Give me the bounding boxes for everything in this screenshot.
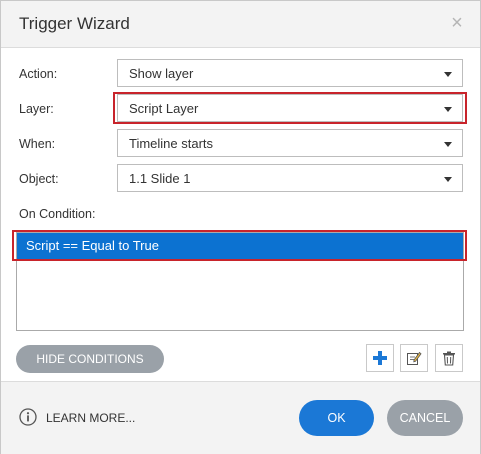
when-label: When: (19, 137, 56, 151)
trigger-wizard-dialog: Trigger Wizard × Action: Show layer Laye… (0, 0, 481, 454)
chevron-down-icon (444, 177, 452, 182)
chevron-down-icon (444, 107, 452, 112)
trash-icon (443, 351, 455, 366)
delete-condition-button[interactable] (435, 344, 463, 372)
when-select[interactable]: Timeline starts (117, 129, 463, 157)
dialog-title: Trigger Wizard (19, 14, 130, 33)
when-value: Timeline starts (129, 136, 214, 151)
edit-icon (407, 351, 422, 365)
layer-value: Script Layer (129, 101, 199, 116)
object-select[interactable]: 1.1 Slide 1 (117, 164, 463, 192)
object-label: Object: (19, 172, 59, 186)
action-label: Action: (19, 67, 58, 81)
add-condition-button[interactable] (366, 344, 394, 372)
action-select[interactable]: Show layer (117, 59, 463, 87)
ok-button[interactable]: OK (299, 400, 374, 436)
title-bar: Trigger Wizard × (1, 1, 480, 48)
object-value: 1.1 Slide 1 (129, 171, 191, 186)
close-icon[interactable]: × (449, 13, 465, 33)
layer-label: Layer: (19, 102, 54, 116)
layer-select[interactable]: Script Layer (117, 94, 463, 122)
on-condition-label: On Condition: (19, 207, 96, 221)
info-icon (19, 408, 37, 426)
chevron-down-icon (444, 72, 452, 77)
condition-highlight-box (12, 230, 467, 261)
edit-condition-button[interactable] (400, 344, 428, 372)
plus-icon (373, 351, 387, 365)
dialog-footer: LEARN MORE... OK CANCEL (1, 381, 480, 454)
chevron-down-icon (444, 142, 452, 147)
learn-more-link[interactable]: LEARN MORE... (46, 411, 135, 425)
cancel-button[interactable]: CANCEL (387, 400, 463, 436)
hide-conditions-button[interactable]: HIDE CONDITIONS (16, 345, 164, 373)
action-value: Show layer (129, 66, 194, 81)
